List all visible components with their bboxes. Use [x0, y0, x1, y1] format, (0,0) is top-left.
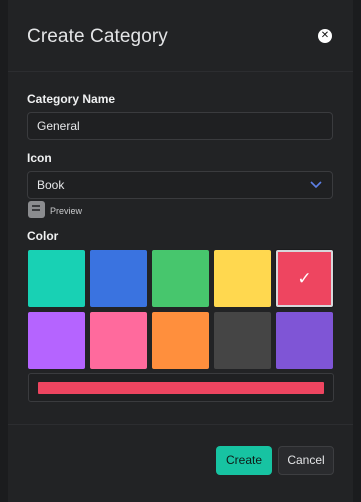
color-label: Color [27, 229, 59, 243]
color-swatch[interactable] [276, 312, 333, 369]
modal-header: Create Category ✕ [8, 0, 353, 72]
color-swatch[interactable] [28, 250, 85, 307]
book-icon [28, 201, 45, 218]
close-icon[interactable]: ✕ [318, 29, 332, 43]
color-swatch[interactable] [152, 250, 209, 307]
color-swatch[interactable] [90, 312, 147, 369]
color-swatch[interactable] [214, 312, 271, 369]
cancel-button[interactable]: Cancel [278, 446, 334, 475]
check-icon: ✓ [297, 269, 312, 288]
create-category-modal: Create Category ✕ Category Name General … [8, 0, 353, 502]
modal-title: Create Category [27, 26, 168, 47]
icon-select[interactable]: Book [27, 171, 333, 199]
color-swatch[interactable]: ✓ [276, 250, 333, 307]
icon-label: Icon [27, 151, 52, 165]
icon-preview-label: Preview [50, 206, 83, 216]
color-swatch[interactable] [152, 312, 209, 369]
chevron-down-icon [310, 181, 322, 189]
create-button[interactable]: Create [216, 446, 272, 475]
icon-select-value: Book [37, 178, 65, 192]
category-name-label: Category Name [27, 92, 116, 106]
footer-divider [8, 424, 353, 425]
color-swatch[interactable] [214, 250, 271, 307]
color-swatch[interactable] [28, 312, 85, 369]
category-name-input[interactable]: General [27, 112, 333, 140]
selected-color-preview [28, 373, 334, 402]
selected-color-bar [38, 382, 324, 394]
color-swatch[interactable] [90, 250, 147, 307]
